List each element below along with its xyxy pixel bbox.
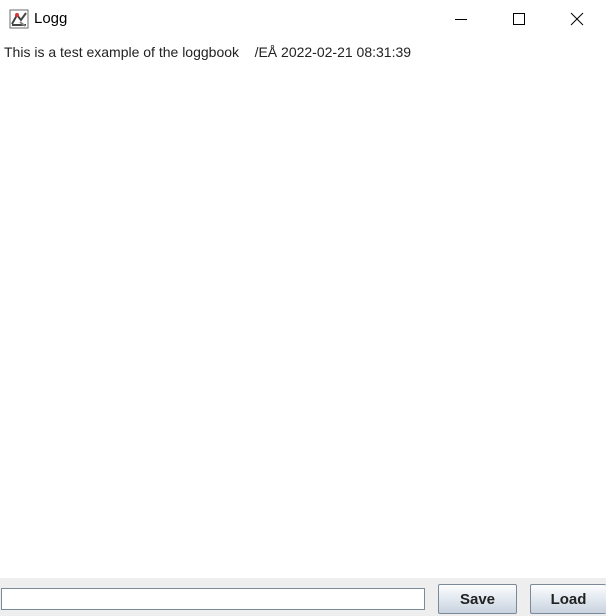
log-text-area[interactable]: This is a test example of the loggbook /… [0,38,606,578]
window-title: Logg [34,10,68,27]
log-entry-input[interactable] [1,588,425,610]
maximize-icon [513,13,525,25]
save-button[interactable]: Save [438,584,517,614]
load-button[interactable]: Load [530,584,606,614]
logg-window: Logg This is a test example of the loggb… [0,0,606,616]
close-icon [570,12,584,26]
java-app-icon [9,9,29,29]
bottom-toolbar: Save Load [0,578,606,616]
close-button[interactable] [548,0,606,38]
minimize-icon [455,19,467,20]
title-bar[interactable]: Logg [0,0,606,38]
log-entry: This is a test example of the loggbook /… [4,44,412,60]
minimize-button[interactable] [432,0,490,38]
maximize-button[interactable] [490,0,548,38]
